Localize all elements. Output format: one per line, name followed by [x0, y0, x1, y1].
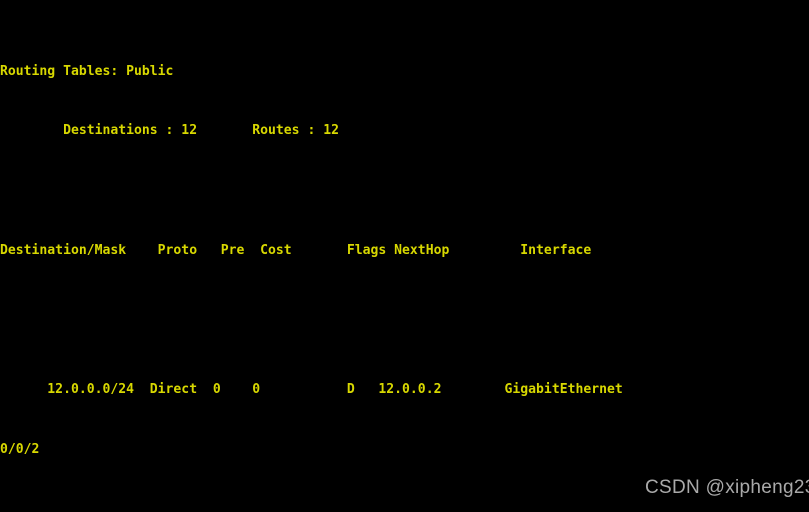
routing-table-summary: Destinations : 12 Routes : 12	[0, 123, 339, 139]
terminal-window[interactable]: Routing Tables: Public Destinations : 12…	[0, 0, 809, 512]
terminal-screen: Routing Tables: Public Destinations : 12…	[0, 2, 809, 512]
routing-table-column-header: Destination/Mask Proto Pre Cost Flags Ne…	[0, 242, 592, 258]
table-row-wrap: 0/0/2	[0, 441, 40, 457]
spacer-line-2	[0, 301, 809, 321]
routing-table-title: Routing Tables: Public	[0, 63, 174, 79]
table-row: 12.0.0.0/24 Direct 0 0 D 12.0.0.2 Gigabi…	[0, 382, 623, 398]
spacer-line-1	[0, 181, 809, 201]
